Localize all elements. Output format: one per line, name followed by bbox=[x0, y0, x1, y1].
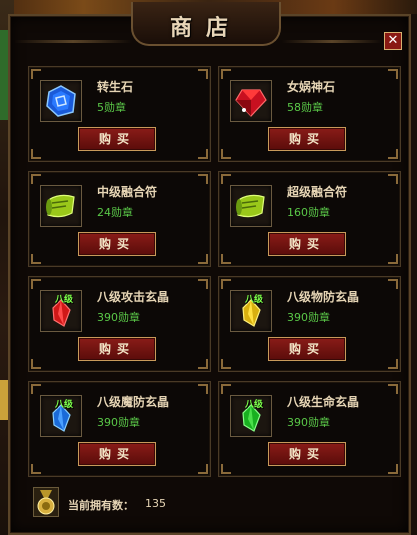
blue-rune-stone-icon bbox=[46, 85, 76, 117]
background-decoration bbox=[0, 380, 8, 420]
item-name: 中级融合符 bbox=[97, 185, 158, 199]
shop-item-card: 女娲神石 58勋章 购买 bbox=[218, 66, 401, 162]
buy-button[interactable]: 购买 bbox=[268, 127, 346, 151]
item-name: 八级物防玄晶 bbox=[287, 290, 360, 304]
item-price: 390勋章 bbox=[287, 311, 330, 324]
shop-item-card: 转生石 5勋章 购买 bbox=[28, 66, 211, 162]
item-name: 八级攻击玄晶 bbox=[97, 290, 170, 304]
header-divider-right bbox=[282, 40, 382, 43]
shop-item-card: 八级 八级生命玄晶 390勋章 购买 bbox=[218, 381, 401, 477]
green-scroll-icon bbox=[236, 194, 265, 218]
buy-button[interactable]: 购买 bbox=[268, 232, 346, 256]
buy-button[interactable]: 购买 bbox=[78, 337, 156, 361]
item-price: 160勋章 bbox=[287, 206, 330, 219]
item-price: 58勋章 bbox=[287, 101, 323, 114]
item-slot[interactable] bbox=[230, 80, 272, 122]
item-slot[interactable]: 八级 bbox=[230, 395, 272, 437]
red-gem-icon bbox=[235, 89, 267, 117]
owned-count-value: 135 bbox=[145, 497, 166, 510]
item-name: 八级生命玄晶 bbox=[287, 395, 360, 409]
buy-button[interactable]: 购买 bbox=[268, 442, 346, 466]
item-tag: 八级 bbox=[245, 400, 264, 410]
buy-button[interactable]: 购买 bbox=[78, 232, 156, 256]
shop-item-card: 超级融合符 160勋章 购买 bbox=[218, 171, 401, 267]
header-divider-left bbox=[14, 40, 132, 43]
item-price: 390勋章 bbox=[97, 416, 140, 429]
owned-count-label: 当前拥有数： bbox=[68, 499, 134, 512]
item-price: 390勋章 bbox=[97, 311, 140, 324]
buy-button[interactable]: 购买 bbox=[268, 337, 346, 361]
medal-icon bbox=[33, 487, 59, 517]
item-slot[interactable]: 八级 bbox=[40, 290, 82, 332]
close-button[interactable]: ✕ bbox=[384, 32, 402, 50]
item-slot[interactable] bbox=[40, 185, 82, 227]
item-price: 390勋章 bbox=[287, 416, 330, 429]
buy-button[interactable]: 购买 bbox=[78, 442, 156, 466]
shop-title: 商店 bbox=[169, 15, 242, 41]
green-scroll-icon bbox=[46, 194, 75, 218]
shop-item-card: 八级 八级魔防玄晶 390勋章 购买 bbox=[28, 381, 211, 477]
item-slot[interactable] bbox=[40, 80, 82, 122]
item-tag: 八级 bbox=[245, 295, 264, 305]
item-slot[interactable] bbox=[230, 185, 272, 227]
item-tag: 八级 bbox=[55, 295, 74, 305]
buy-button[interactable]: 购买 bbox=[78, 127, 156, 151]
shop-item-card: 八级 八级攻击玄晶 390勋章 购买 bbox=[28, 276, 211, 372]
item-name: 超级融合符 bbox=[287, 185, 348, 199]
item-slot[interactable]: 八级 bbox=[230, 290, 272, 332]
item-name: 八级魔防玄晶 bbox=[97, 395, 170, 409]
item-price: 24勋章 bbox=[97, 206, 133, 219]
shop-item-card: 八级 八级物防玄晶 390勋章 购买 bbox=[218, 276, 401, 372]
item-name: 女娲神石 bbox=[287, 80, 336, 94]
shop-item-card: 中级融合符 24勋章 购买 bbox=[28, 171, 211, 267]
item-price: 5勋章 bbox=[97, 101, 126, 114]
item-name: 转生石 bbox=[97, 80, 134, 94]
item-slot[interactable]: 八级 bbox=[40, 395, 82, 437]
item-tag: 八级 bbox=[55, 400, 74, 410]
